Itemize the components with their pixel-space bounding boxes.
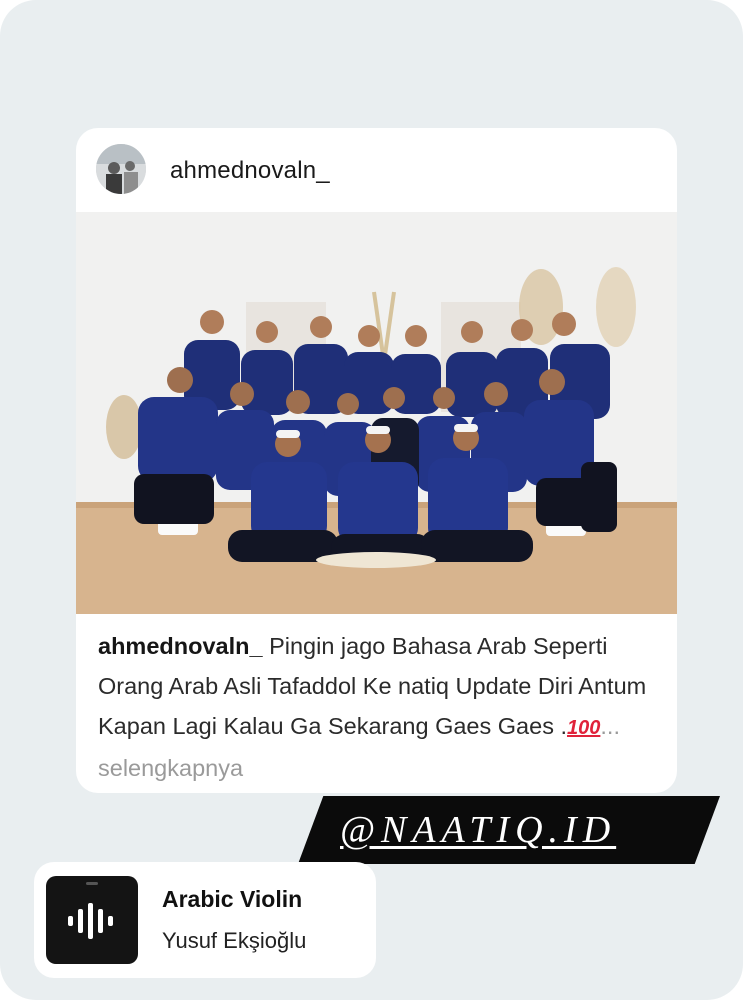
avatar-photo <box>96 144 146 194</box>
album-art-notch <box>86 882 98 885</box>
hundred-points-icon: 100 <box>567 717 601 739</box>
watermark-text: @NAATIQ.ID <box>340 809 617 851</box>
audio-waveform-icon <box>68 903 113 939</box>
song-artist: Yusuf Ekşioğlu <box>162 928 307 953</box>
post-username[interactable]: ahmednovaln_ <box>170 157 330 185</box>
post-photo[interactable] <box>76 212 677 614</box>
post-caption: ahmednovaln_ Pingin jago Bahasa Arab Sep… <box>98 626 658 788</box>
group-photo-illustration <box>76 212 677 614</box>
post-header: ahmednovaln_ <box>76 128 677 210</box>
music-sticker[interactable]: Arabic Violin Yusuf Ekşioğlu <box>34 862 376 978</box>
song-title: Arabic Violin <box>162 886 303 912</box>
shared-post-card[interactable]: ahmednovaln_ ahmednovaln_ Pingin jago Ba… <box>76 128 677 793</box>
watermark-banner: @NAATIQ.ID <box>298 796 720 864</box>
caption-username[interactable]: ahmednovaln_ <box>98 633 263 659</box>
user-avatar[interactable] <box>96 144 146 194</box>
album-art <box>46 876 138 964</box>
story-screen: ahmednovaln_ ahmednovaln_ Pingin jago Ba… <box>0 0 743 1000</box>
